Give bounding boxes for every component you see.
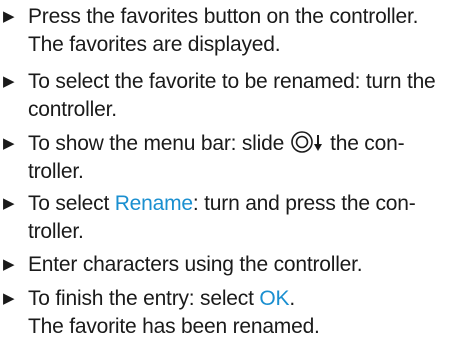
step-text: Press the favorites button on the contro… <box>28 3 456 59</box>
controller-slide-down-icon <box>290 131 324 153</box>
menu-item-rename: Rename <box>114 192 193 215</box>
triangle-right-icon: ▶ <box>3 256 15 273</box>
step-instruction: To select the favorite to be renamed: tu… <box>28 70 436 121</box>
step-text: To finish the entry: select OK. The favo… <box>28 285 456 341</box>
triangle-right-icon: ▶ <box>3 8 15 25</box>
step-instruction: Press the favorites button on the contro… <box>28 5 419 28</box>
triangle-right-icon: ▶ <box>3 135 15 152</box>
step-text: To select Rename: turn and press the con… <box>28 190 456 246</box>
triangle-right-icon: ▶ <box>3 290 15 307</box>
step-result: The favorite has been renamed. <box>28 315 320 338</box>
menu-item-ok: OK <box>259 287 290 310</box>
step-instruction-before: To select <box>28 192 115 215</box>
step-instruction-before: To finish the entry: select <box>28 287 260 310</box>
step-text: To select the favorite to be renamed: tu… <box>28 68 456 124</box>
triangle-right-icon: ▶ <box>3 195 15 212</box>
step-text: To show the menu bar: slide the con-trol… <box>28 130 456 186</box>
step-instruction-after: . <box>289 287 295 310</box>
triangle-right-icon: ▶ <box>3 73 15 90</box>
step-result: The favorites are displayed. <box>28 33 281 56</box>
step-instruction-before: To show the menu bar: slide <box>28 132 285 155</box>
step-instruction: Enter characters using the controller. <box>28 253 363 276</box>
step-text: Enter characters using the controller. <box>28 251 456 279</box>
